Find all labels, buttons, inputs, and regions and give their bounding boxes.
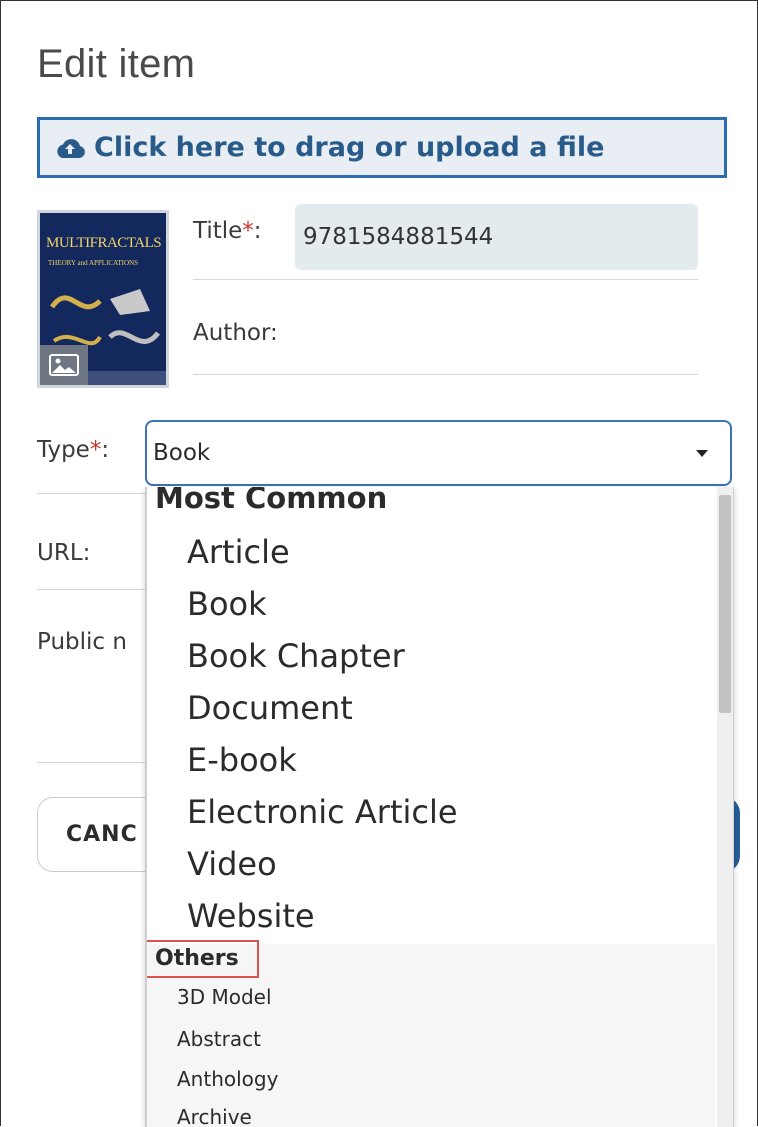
divider <box>193 279 698 280</box>
author-label: Author: <box>193 320 278 346</box>
chevron-down-icon <box>696 450 708 457</box>
type-label: Type*: <box>37 437 110 463</box>
cover-subtitle-text: THEORY and APPLICATIONS <box>48 259 138 267</box>
title-label: Title*: <box>193 218 262 244</box>
upload-file-button[interactable]: Click here to drag or upload a file <box>37 117 727 178</box>
divider <box>193 374 698 375</box>
option-archive[interactable]: Archive <box>177 1105 252 1127</box>
highlight-box <box>147 940 259 978</box>
option-book-chapter[interactable]: Book Chapter <box>187 637 405 675</box>
type-select[interactable]: Book <box>145 420 732 486</box>
cover-title-text: MULTIFRACTALS <box>46 235 162 251</box>
option-abstract[interactable]: Abstract <box>177 1027 261 1051</box>
option-3d-model[interactable]: 3D Model <box>177 985 272 1009</box>
type-dropdown-list[interactable]: Most Common Article Book Book Chapter Do… <box>145 487 734 1127</box>
cover-thumbnail[interactable]: MULTIFRACTALS THEORY and APPLICATIONS <box>37 210 169 388</box>
option-document[interactable]: Document <box>187 689 353 727</box>
option-article[interactable]: Article <box>187 533 290 571</box>
option-anthology[interactable]: Anthology <box>177 1067 278 1091</box>
option-book[interactable]: Book <box>187 585 267 623</box>
title-field[interactable]: 9781584881544 <box>295 204 698 270</box>
dropdown-scrollbar[interactable] <box>717 487 733 1127</box>
option-electronic-article[interactable]: Electronic Article <box>187 793 458 831</box>
url-label: URL: <box>37 540 91 566</box>
divider <box>37 762 145 763</box>
cloud-upload-icon <box>57 138 85 158</box>
option-website[interactable]: Website <box>187 897 315 935</box>
scrollbar-thumb[interactable] <box>719 495 731 713</box>
page-title: Edit item <box>37 42 196 86</box>
type-selected-value: Book <box>153 440 211 466</box>
image-icon[interactable] <box>40 345 88 385</box>
upload-label: Click here to drag or upload a file <box>94 132 605 163</box>
divider <box>37 493 145 494</box>
group-header-most-common: Most Common <box>155 487 388 515</box>
option-e-book[interactable]: E-book <box>187 741 297 779</box>
public-note-label: Public n <box>37 629 127 655</box>
option-video[interactable]: Video <box>187 845 277 883</box>
divider <box>37 589 145 590</box>
